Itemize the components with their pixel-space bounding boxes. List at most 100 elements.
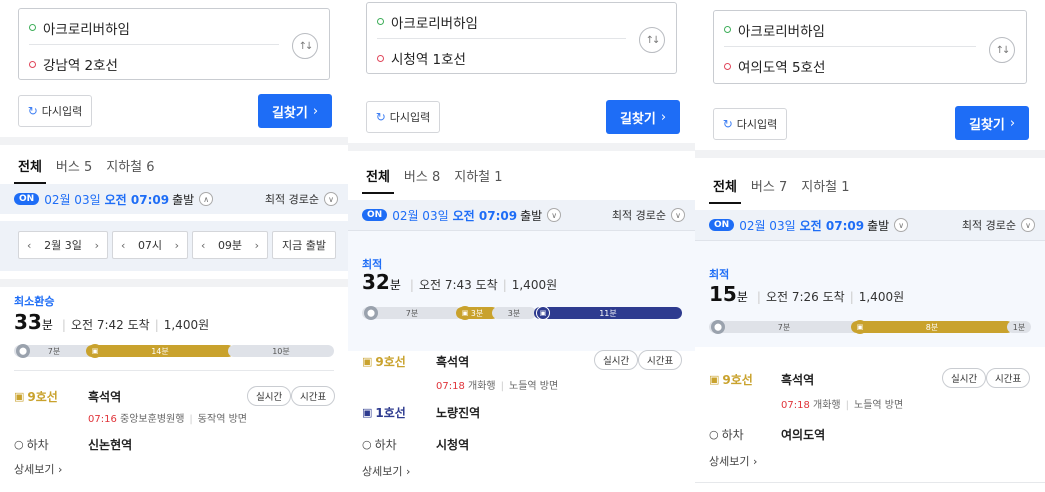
find-route-button[interactable]: 길찾기 › bbox=[606, 100, 680, 134]
destination-field[interactable]: 시청역 1호선 bbox=[377, 41, 626, 75]
destination-field[interactable]: 강남역 2호선 bbox=[29, 47, 279, 81]
line-name: 1호선 bbox=[375, 406, 406, 420]
tab-subway[interactable]: 지하철 1 bbox=[454, 166, 502, 194]
prev-arrow-icon[interactable]: ‹ bbox=[27, 239, 31, 252]
departure-date[interactable]: 02월 03일 bbox=[739, 217, 795, 234]
circle-icon: ○ bbox=[14, 438, 24, 451]
next-arrow-icon[interactable]: › bbox=[95, 239, 99, 252]
find-route-button[interactable]: 길찾기 › bbox=[955, 106, 1029, 140]
origin-text: 아크로리버하임 bbox=[738, 23, 825, 40]
swap-arrows-icon[interactable]: ↑↓ bbox=[639, 27, 665, 53]
swap-arrows-icon[interactable]: ↑↓ bbox=[989, 37, 1015, 63]
on-badge[interactable]: ON bbox=[14, 193, 40, 205]
train-info: 07:16 중앙보훈병원행 | 동작역 방면 bbox=[88, 410, 247, 425]
timetable-button[interactable]: 시간표 bbox=[638, 350, 683, 370]
train-icon: ▣ bbox=[458, 306, 472, 320]
transport-tabs: 전체 버스 5 지하철 6 bbox=[14, 156, 348, 184]
separator: | bbox=[849, 290, 854, 304]
find-route-label: 길찾기 bbox=[968, 117, 1005, 133]
route-summary[interactable]: 32 분 | 오전 7:43 도착 | 1,400원 bbox=[362, 270, 557, 294]
departure-time[interactable]: 오전 07:09 bbox=[105, 191, 169, 208]
reset-button[interactable]: ↻ 다시입력 bbox=[366, 101, 440, 133]
on-badge[interactable]: ON bbox=[362, 209, 388, 221]
train-time: 07:16 bbox=[88, 414, 117, 425]
on-badge[interactable]: ON bbox=[709, 219, 735, 231]
origin-dot-icon bbox=[377, 18, 384, 25]
separator: | bbox=[756, 290, 761, 304]
reset-button[interactable]: ↻ 다시입력 bbox=[18, 95, 92, 127]
tab-all[interactable]: 전체 bbox=[362, 166, 394, 194]
tab-bus[interactable]: 버스 5 bbox=[56, 156, 92, 184]
train-icon: ▣ bbox=[88, 344, 102, 358]
next-arrow-icon[interactable]: › bbox=[255, 239, 259, 252]
tab-all[interactable]: 전체 bbox=[14, 156, 46, 184]
realtime-button[interactable]: 실시간 bbox=[594, 350, 639, 370]
arrival-time: 오전 7:42 도착 bbox=[70, 318, 150, 332]
segment-walk: 10분 bbox=[228, 345, 334, 357]
date-picker[interactable]: ‹ 2월 3일 › bbox=[18, 231, 108, 259]
depart-now-button[interactable]: 지금 출발 bbox=[272, 231, 336, 259]
route-summary[interactable]: 15 분 | 오전 7:26 도착 | 1,400원 bbox=[709, 282, 904, 306]
realtime-button[interactable]: 실시간 bbox=[247, 386, 292, 406]
minute-picker[interactable]: ‹ 09분 › bbox=[192, 231, 268, 259]
origin-field[interactable]: 아크로리버하임 bbox=[377, 5, 626, 39]
origin-field[interactable]: 아크로리버하임 bbox=[29, 11, 279, 45]
departure-time[interactable]: 오전 07:09 bbox=[800, 217, 864, 234]
reset-label: 다시입력 bbox=[389, 111, 431, 124]
hour-picker[interactable]: ‹ 07시 › bbox=[112, 231, 188, 259]
destination-field[interactable]: 여의도역 5호선 bbox=[724, 49, 976, 83]
train-direction: 중앙보훈병원행 bbox=[120, 414, 185, 425]
detail-link[interactable]: 상세보기 › bbox=[14, 461, 62, 477]
sort-select[interactable]: 최적 경로순 ∨ bbox=[962, 217, 1035, 233]
sort-select[interactable]: 최적 경로순 ∨ bbox=[265, 191, 338, 207]
exit-direction: 동작역 방면 bbox=[197, 414, 247, 425]
boarding-station: 흑석역 bbox=[88, 390, 122, 404]
timetable-button[interactable]: 시간표 bbox=[291, 386, 336, 406]
route-type-label: 최적 bbox=[709, 268, 730, 281]
realtime-button[interactable]: 실시간 bbox=[942, 368, 987, 388]
departure-time[interactable]: 오전 07:09 bbox=[453, 207, 517, 224]
fare: 1,400원 bbox=[163, 318, 210, 332]
swap-arrows-icon[interactable]: ↑↓ bbox=[292, 33, 318, 59]
sort-select[interactable]: 최적 경로순 ∨ bbox=[612, 207, 685, 223]
departure-date[interactable]: 02월 03일 bbox=[392, 207, 448, 224]
timetable-button[interactable]: 시간표 bbox=[986, 368, 1031, 388]
prev-arrow-icon[interactable]: ‹ bbox=[121, 239, 125, 252]
reset-label: 다시입력 bbox=[736, 118, 778, 131]
separator: | bbox=[502, 278, 507, 292]
line-name: 9호선 bbox=[27, 390, 58, 404]
refresh-icon: ↻ bbox=[722, 117, 733, 131]
tab-bus[interactable]: 버스 8 bbox=[404, 166, 440, 194]
tab-bus[interactable]: 버스 7 bbox=[751, 176, 787, 204]
origin-field[interactable]: 아크로리버하임 bbox=[724, 13, 976, 47]
detail-link[interactable]: 상세보기 › bbox=[709, 453, 757, 469]
walk-icon: ⬤ bbox=[364, 306, 378, 320]
detail-link[interactable]: 상세보기 › bbox=[362, 463, 410, 479]
refresh-icon: ↻ bbox=[27, 104, 38, 118]
section-divider bbox=[695, 150, 1045, 158]
chevron-down-icon: ∨ bbox=[324, 192, 338, 206]
departure-label: 출발 bbox=[172, 192, 195, 207]
chevron-up-icon[interactable]: ∧ bbox=[199, 192, 214, 206]
tab-subway[interactable]: 지하철 6 bbox=[106, 156, 154, 184]
reset-button[interactable]: ↻ 다시입력 bbox=[713, 108, 787, 140]
departure-date[interactable]: 02월 03일 bbox=[44, 191, 100, 208]
chevron-down-icon[interactable]: ∨ bbox=[894, 218, 909, 232]
destination-dot-icon bbox=[377, 54, 384, 62]
sort-label: 최적 경로순 bbox=[611, 209, 666, 222]
origin-dot-icon bbox=[29, 24, 36, 31]
chevron-down-icon[interactable]: ∨ bbox=[547, 208, 562, 222]
train-icon: ▣ bbox=[14, 390, 25, 403]
origin-text: 아크로리버하임 bbox=[43, 21, 130, 38]
tab-subway[interactable]: 지하철 1 bbox=[801, 176, 849, 204]
origin-dot-icon bbox=[724, 26, 731, 33]
route-panel-gangnam: 아크로리버하임 강남역 2호선 ↑↓ ↻ 다시입력 길찾기 › 전체 버스 5 지하… bbox=[0, 0, 348, 492]
prev-arrow-icon[interactable]: ‹ bbox=[201, 239, 205, 252]
section-divider bbox=[0, 279, 348, 287]
next-arrow-icon[interactable]: › bbox=[175, 239, 179, 252]
route-duration: 15 bbox=[709, 282, 737, 306]
find-route-button[interactable]: 길찾기 › bbox=[258, 94, 332, 128]
route-summary[interactable]: 33 분 | 오전 7:42 도착 | 1,400원 bbox=[14, 310, 209, 334]
tab-all[interactable]: 전체 bbox=[709, 176, 741, 204]
separator: | bbox=[845, 400, 849, 411]
